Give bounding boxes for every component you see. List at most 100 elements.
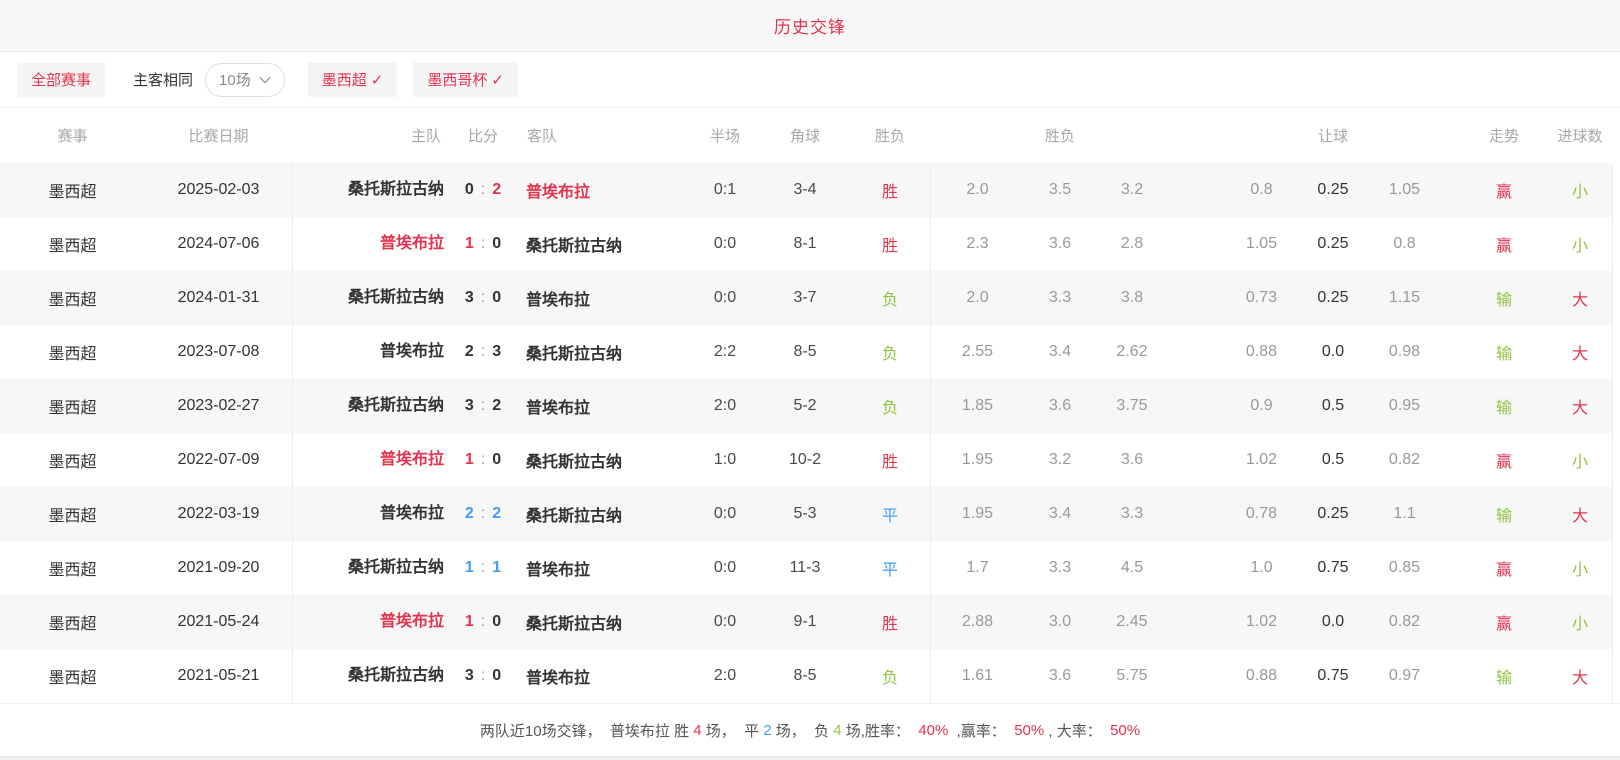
handicap-cell: 0.75 bbox=[1297, 667, 1369, 685]
handicap-value: 1.02 bbox=[1246, 613, 1277, 630]
score-cell: 3:2 bbox=[450, 397, 516, 415]
handicap-value: 0.0 bbox=[1322, 613, 1344, 630]
handicap-cell: 1.02 bbox=[1226, 613, 1297, 631]
all-matches-button[interactable]: 全部赛事 bbox=[17, 62, 105, 97]
league-filter-copa-mx[interactable]: 墨西哥杯 ✓ bbox=[413, 62, 518, 97]
halftime-score: 0:0 bbox=[714, 505, 736, 522]
odds-cell: 2.0 bbox=[930, 271, 1024, 325]
goals-label: 小 bbox=[1572, 454, 1588, 471]
trend-cell: 输 bbox=[1460, 394, 1548, 418]
header-home-team: 主队 bbox=[292, 125, 450, 146]
goals-cell: 小 bbox=[1548, 178, 1612, 202]
date-cell: 2023-02-27 bbox=[145, 397, 292, 415]
odds-value: 1.95 bbox=[962, 505, 993, 522]
odds-cell: 2.88 bbox=[930, 595, 1024, 649]
halftime-score: 0:0 bbox=[714, 613, 736, 630]
halftime-score: 2:0 bbox=[714, 397, 736, 414]
away-team-name: 桑托斯拉古纳 bbox=[526, 238, 622, 255]
goals-cell: 大 bbox=[1548, 286, 1612, 310]
trend-cell: 输 bbox=[1460, 340, 1548, 364]
handicap-cell: 0.25 bbox=[1297, 505, 1369, 523]
summary-segment: 4 bbox=[693, 722, 701, 739]
away-score: 0 bbox=[492, 235, 501, 252]
result-cell: 胜 bbox=[850, 232, 930, 256]
away-score: 1 bbox=[492, 559, 501, 576]
table-row[interactable]: 墨西超2023-07-08普埃布拉2:3桑托斯拉古纳2:28-5负2.553.4… bbox=[0, 325, 1613, 379]
trend-label: 赢 bbox=[1496, 454, 1512, 471]
corners-score: 11-3 bbox=[790, 559, 821, 576]
chevron-down-icon bbox=[259, 76, 271, 84]
halftime-cell: 2:0 bbox=[690, 397, 760, 415]
result-cell: 胜 bbox=[850, 448, 930, 472]
trend-cell: 输 bbox=[1460, 502, 1548, 526]
home-team-name: 桑托斯拉古纳 bbox=[348, 181, 444, 198]
match-date: 2021-05-24 bbox=[178, 613, 260, 630]
odds-cell: 3.3 bbox=[1024, 559, 1096, 577]
score-colon: : bbox=[481, 505, 485, 522]
all-matches-label: 全部赛事 bbox=[31, 69, 91, 90]
handicap-cell: 0.78 bbox=[1226, 505, 1297, 523]
match-count-dropdown[interactable]: 10场 bbox=[205, 63, 285, 97]
away-score: 0 bbox=[492, 451, 501, 468]
handicap-cell: 0.85 bbox=[1369, 559, 1440, 577]
home-team-name: 普埃布拉 bbox=[380, 451, 444, 468]
match-date: 2021-05-21 bbox=[178, 667, 260, 684]
halftime-score: 2:2 bbox=[714, 343, 736, 360]
away-team-cell: 普埃布拉 bbox=[516, 178, 690, 202]
home-team-cell: 桑托斯拉古纳 bbox=[292, 541, 450, 595]
table-row[interactable]: 墨西超2024-07-06普埃布拉1:0桑托斯拉古纳0:08-1胜2.33.62… bbox=[0, 217, 1613, 271]
result-cell: 负 bbox=[850, 664, 930, 688]
halftime-score: 0:0 bbox=[714, 559, 736, 576]
match-date: 2023-02-27 bbox=[178, 397, 260, 414]
odds-cell: 3.0 bbox=[1024, 613, 1096, 631]
odds-value: 3.3 bbox=[1049, 289, 1071, 306]
home-score: 3 bbox=[465, 667, 474, 684]
trend-label: 赢 bbox=[1496, 616, 1512, 633]
league-cell: 墨西超 bbox=[0, 394, 145, 418]
date-cell: 2024-07-06 bbox=[145, 235, 292, 253]
odds-value: 1.61 bbox=[962, 667, 993, 684]
league-name: 墨西超 bbox=[48, 400, 96, 417]
header-result: 胜负 bbox=[850, 125, 930, 146]
odds-value: 3.6 bbox=[1049, 235, 1071, 252]
odds-value: 1.85 bbox=[962, 397, 993, 414]
home-team-cell: 普埃布拉 bbox=[292, 433, 450, 487]
odds-value: 3.2 bbox=[1049, 451, 1071, 468]
trend-label: 输 bbox=[1496, 346, 1512, 363]
odds-cell: 3.4 bbox=[1024, 505, 1096, 523]
odds-cell: 2.45 bbox=[1096, 613, 1168, 631]
match-date: 2025-02-03 bbox=[178, 181, 260, 198]
table-row[interactable]: 墨西超2022-03-19普埃布拉2:2桑托斯拉古纳0:05-3平1.953.4… bbox=[0, 487, 1613, 541]
result-label: 平 bbox=[882, 562, 898, 579]
table-row[interactable]: 墨西超2022-07-09普埃布拉1:0桑托斯拉古纳1:010-2胜1.953.… bbox=[0, 433, 1613, 487]
corners-score: 3-4 bbox=[793, 181, 816, 198]
league-name: 墨西超 bbox=[48, 346, 96, 363]
odds-value: 2.88 bbox=[962, 613, 993, 630]
odds-cell: 3.75 bbox=[1096, 397, 1168, 415]
table-row[interactable]: 墨西超2021-05-24普埃布拉1:0桑托斯拉古纳0:09-1胜2.883.0… bbox=[0, 595, 1613, 649]
trend-cell: 赢 bbox=[1460, 448, 1548, 472]
halftime-score: 1:0 bbox=[714, 451, 736, 468]
odds-value: 3.6 bbox=[1121, 451, 1143, 468]
home-team-name: 桑托斯拉古纳 bbox=[348, 289, 444, 306]
trend-label: 输 bbox=[1496, 292, 1512, 309]
away-score: 2 bbox=[492, 181, 501, 198]
table-row[interactable]: 墨西超2025-02-03桑托斯拉古纳0:2普埃布拉0:13-4胜2.03.53… bbox=[0, 163, 1613, 217]
home-team-cell: 普埃布拉 bbox=[292, 217, 450, 271]
summary-segment: ,赢率： bbox=[948, 720, 1014, 741]
summary-segment: 50% bbox=[1014, 722, 1044, 739]
same-venue-filter[interactable]: 主客相同 bbox=[133, 69, 193, 90]
table-row[interactable]: 墨西超2023-02-27桑托斯拉古纳3:2普埃布拉2:05-2负1.853.6… bbox=[0, 379, 1613, 433]
home-team-name: 桑托斯拉古纳 bbox=[348, 667, 444, 684]
table-row[interactable]: 墨西超2021-05-21桑托斯拉古纳3:0普埃布拉2:08-5负1.613.6… bbox=[0, 649, 1613, 703]
home-team-cell: 桑托斯拉古纳 bbox=[292, 649, 450, 703]
score-colon: : bbox=[481, 559, 485, 576]
odds-cell: 1.95 bbox=[930, 487, 1024, 541]
odds-cell: 3.6 bbox=[1024, 667, 1096, 685]
home-team-name: 桑托斯拉古纳 bbox=[348, 397, 444, 414]
home-team-cell: 普埃布拉 bbox=[292, 487, 450, 541]
table-row[interactable]: 墨西超2021-09-20桑托斯拉古纳1:1普埃布拉0:011-3平1.73.3… bbox=[0, 541, 1613, 595]
table-row[interactable]: 墨西超2024-01-31桑托斯拉古纳3:0普埃布拉0:03-7负2.03.33… bbox=[0, 271, 1613, 325]
away-team-name: 普埃布拉 bbox=[526, 562, 590, 579]
league-filter-liga-mx[interactable]: 墨西超 ✓ bbox=[308, 62, 398, 97]
